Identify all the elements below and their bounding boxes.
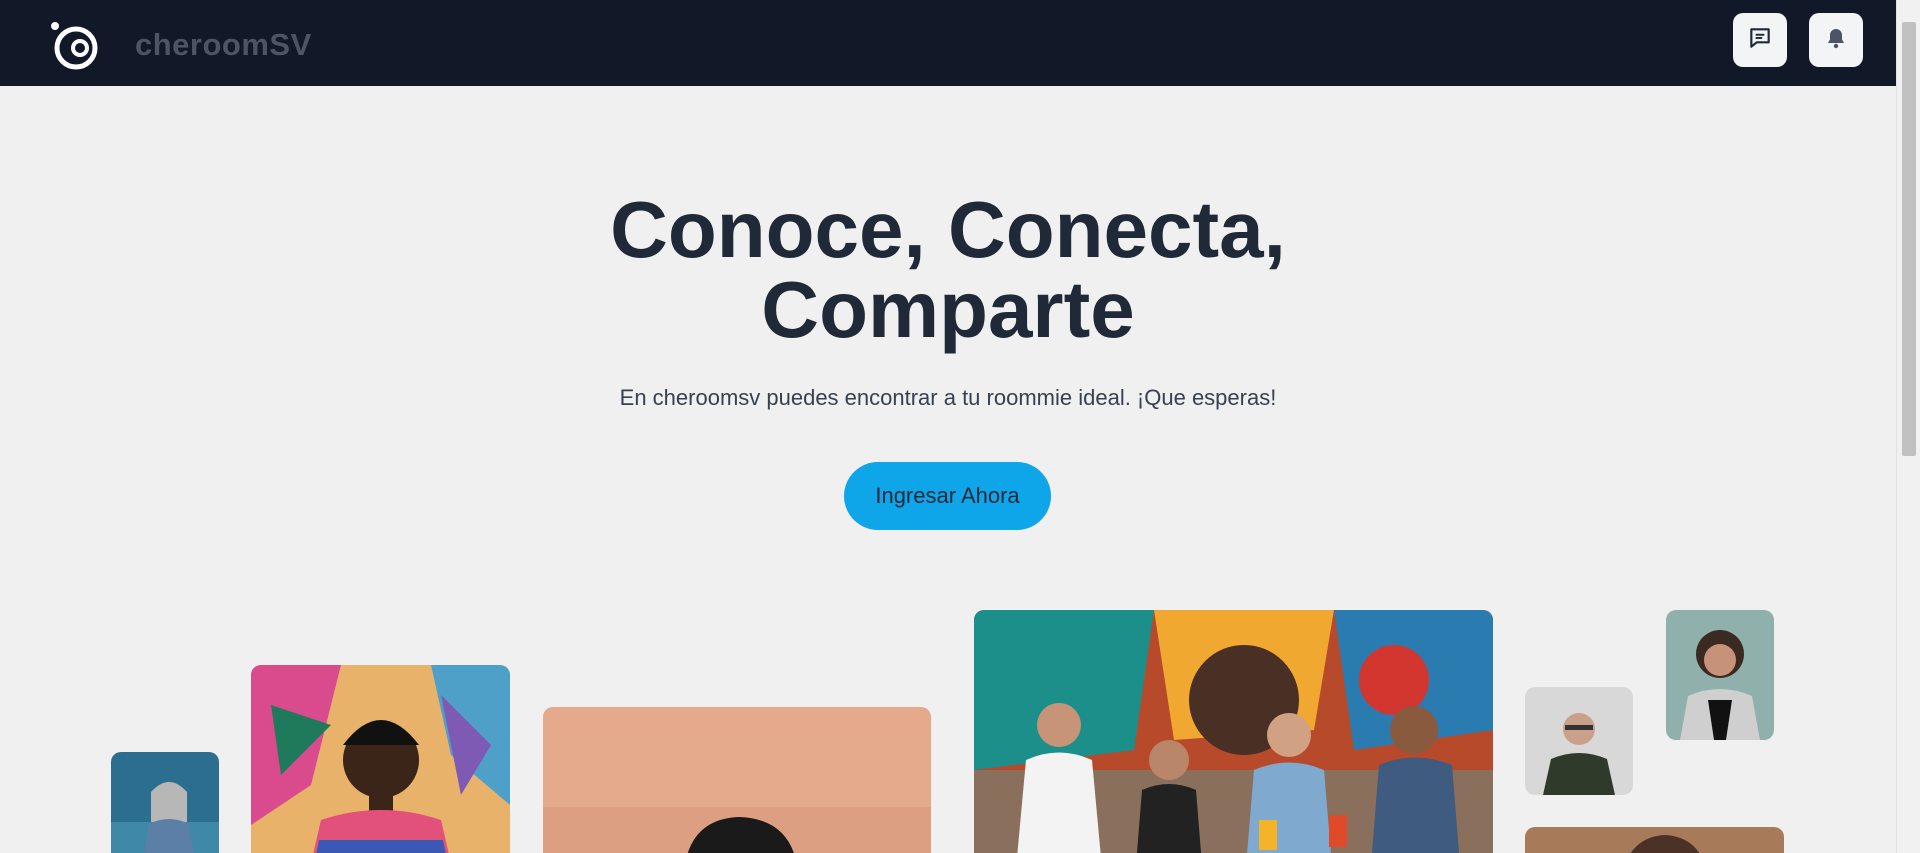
scrollbar-thumb[interactable] xyxy=(1902,22,1916,456)
bell-icon xyxy=(1824,26,1848,55)
hero-subtitle: En cheroomsv puedes encontrar a tu roomm… xyxy=(619,385,1277,410)
messages-button[interactable] xyxy=(1733,13,1787,67)
photo-tile xyxy=(1525,827,1784,853)
photo-tile xyxy=(1525,687,1633,795)
photo-tile xyxy=(111,752,219,853)
photo-tile xyxy=(974,610,1493,853)
chat-icon xyxy=(1747,25,1773,56)
landing-page: cheroomSV Conoce, Conecta, Comparte En c… xyxy=(0,0,1920,853)
photo-tile xyxy=(543,707,931,853)
planet-logo-icon[interactable] xyxy=(49,21,99,71)
brand-name[interactable]: cheroomSV xyxy=(135,27,312,63)
notifications-button[interactable] xyxy=(1809,13,1863,67)
ingresar-ahora-button[interactable]: Ingresar Ahora xyxy=(844,462,1051,530)
top-navbar: cheroomSV xyxy=(0,0,1896,86)
photo-tile xyxy=(1666,610,1774,740)
photo-tile xyxy=(251,665,510,853)
vertical-scrollbar[interactable] xyxy=(1896,0,1920,853)
hero-title: Conoce, Conecta, Comparte xyxy=(610,185,1286,354)
